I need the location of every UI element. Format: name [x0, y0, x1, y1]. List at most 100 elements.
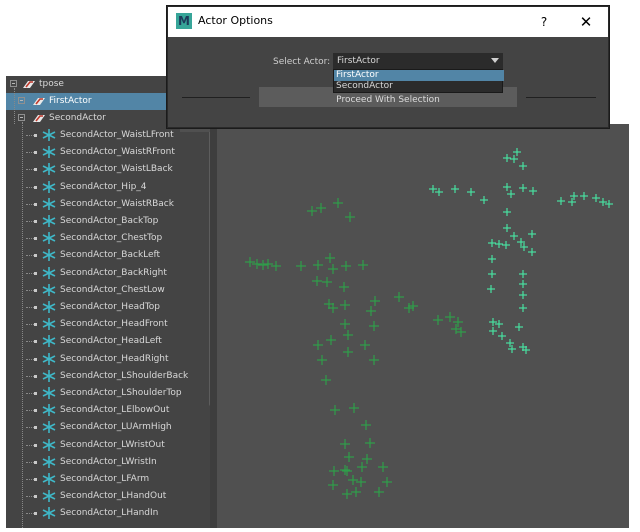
outliner-item-joint[interactable]: SecondActor_BackTop [6, 213, 209, 230]
motion-marker [343, 330, 353, 340]
motion-marker [507, 190, 515, 198]
motion-marker [330, 405, 340, 415]
locator-icon [42, 318, 56, 331]
tree-connector [14, 88, 15, 124]
locator-icon [42, 129, 56, 141]
motion-marker [365, 438, 375, 448]
motion-marker [362, 454, 372, 464]
locator-icon [42, 473, 56, 485]
locator-icon [42, 490, 56, 503]
maya-logo-icon: M [176, 13, 192, 29]
outliner-item-label: SecondActor_HeadRight [60, 353, 169, 364]
locator-icon [42, 438, 56, 451]
joint-dot-icon [34, 288, 37, 292]
outliner-item-label: SecondActor_LFArm [60, 474, 150, 484]
outliner-item-joint[interactable]: SecondActor_LHandOut [6, 488, 209, 505]
collapse-icon[interactable] [18, 97, 25, 104]
outliner-item-joint[interactable]: SecondActor_HeadLeft [6, 333, 209, 350]
motion-marker [341, 261, 351, 271]
joint-dot-icon [34, 409, 37, 413]
motion-marker [258, 260, 268, 270]
motion-marker [570, 192, 578, 200]
outliner-item-label: SecondActor_WaistLBack [60, 164, 173, 175]
motion-marker [557, 197, 565, 205]
chevron-down-icon[interactable] [491, 58, 499, 63]
motion-marker [510, 155, 518, 163]
outliner-item-label: SecondActor_HeadFront [60, 319, 168, 330]
motion-marker [467, 188, 475, 196]
outliner-item-joint[interactable]: SecondActor_LWristOut [6, 437, 209, 454]
dialog-title: Actor Options [198, 14, 273, 27]
motion-marker [312, 276, 322, 286]
outliner-item-joint[interactable]: SecondActor_HeadRight [6, 351, 209, 368]
outliner-item-joint[interactable]: SecondActor_LHandIn [6, 505, 209, 522]
motion-marker [488, 255, 496, 263]
outliner-item-label: SecondActor_LWristIn [60, 456, 157, 467]
outliner-item-joint[interactable]: SecondActor_LShoulderBack [6, 368, 209, 385]
outliner-item-joint[interactable]: SecondActor_LElbowOut [6, 402, 209, 419]
joint-dot-icon [34, 478, 37, 481]
collapse-icon[interactable] [10, 80, 17, 87]
outliner-item-joint[interactable]: SecondActor_ChestTop [6, 230, 209, 247]
motion-marker [366, 306, 376, 316]
option-first-actor[interactable]: FirstActor [334, 70, 504, 81]
outliner-item-joint[interactable]: SecondActor_LUArmHigh [6, 419, 209, 436]
motion-marker [503, 183, 511, 191]
help-button[interactable]: ? [534, 12, 554, 32]
option-second-actor[interactable]: SecondActor [334, 81, 504, 92]
locator-icon [42, 163, 56, 176]
motion-marker [360, 340, 370, 350]
outliner-item-label: SecondActor_LHandIn [60, 508, 159, 519]
outliner-item-joint[interactable]: SecondActor_Hip_4 [6, 179, 209, 196]
motion-marker [343, 347, 353, 357]
motion-marker [489, 318, 497, 326]
joint-dot-icon [34, 374, 37, 378]
motion-marker [369, 321, 379, 331]
outliner-item-label: tpose [39, 79, 64, 89]
outliner-item-joint[interactable]: SecondActor_BackRight [6, 265, 209, 282]
outliner-item-joint[interactable]: SecondActor_WaistLBack [6, 161, 209, 178]
locator-icon [42, 369, 56, 382]
motion-marker [433, 315, 443, 325]
motion-marker [503, 224, 511, 232]
joint-dot-icon [34, 271, 37, 275]
outliner-item-joint[interactable]: SecondActor_HeadTop [6, 299, 209, 316]
select-actor-dropdown[interactable]: FirstActor [333, 53, 503, 69]
outliner-item-joint[interactable]: SecondActor_WaistRBack [6, 196, 209, 213]
locator-icon [42, 352, 56, 365]
outliner-item-joint[interactable]: SecondActor_LWristIn [6, 454, 209, 471]
outliner-item-joint[interactable]: SecondActor_BackLeft [6, 247, 209, 264]
reference-node-icon [33, 98, 45, 105]
motion-marker [519, 304, 527, 312]
motion-marker [326, 335, 336, 345]
outliner-item-label: SecondActor_LWristOut [60, 439, 165, 450]
outliner-item-joint[interactable]: SecondActor_LShoulderTop [6, 385, 209, 402]
motion-marker [349, 403, 359, 413]
collapse-icon[interactable] [18, 114, 25, 121]
motion-marker [340, 465, 350, 475]
motion-marker [316, 203, 326, 213]
outliner-item-joint[interactable]: SecondActor_ChestLow [6, 282, 209, 299]
motion-marker [313, 260, 323, 270]
outliner-item-joint[interactable]: SecondActor_LFArm [6, 471, 209, 488]
outliner-item-label: SecondActor_BackLeft [60, 250, 161, 261]
dialog-titlebar[interactable]: M Actor Options ? ✕ [168, 7, 608, 37]
locator-icon [42, 180, 56, 193]
motion-marker [495, 320, 503, 328]
outliner-item-joint[interactable]: SecondActor_WaistLFront [6, 127, 209, 144]
outliner-item-label: SecondActor_HeadTop [60, 302, 161, 312]
motion-marker [313, 340, 323, 350]
close-button[interactable]: ✕ [574, 12, 598, 32]
reference-node-icon [33, 115, 45, 122]
3d-viewport[interactable] [217, 124, 629, 528]
motion-marker [453, 317, 463, 327]
outliner-item-label: SecondActor_ChestTop [60, 233, 163, 244]
joint-dot-icon [34, 460, 37, 464]
outliner-item-joint[interactable]: SecondActor_HeadFront [6, 316, 209, 333]
locator-icon [42, 507, 56, 520]
motion-marker [271, 261, 281, 271]
joint-dot-icon [34, 392, 37, 395]
panel-splitter[interactable] [210, 124, 217, 528]
outliner-item-joint[interactable]: SecondActor_WaistRFront [6, 144, 209, 161]
joint-dot-icon [34, 340, 37, 344]
